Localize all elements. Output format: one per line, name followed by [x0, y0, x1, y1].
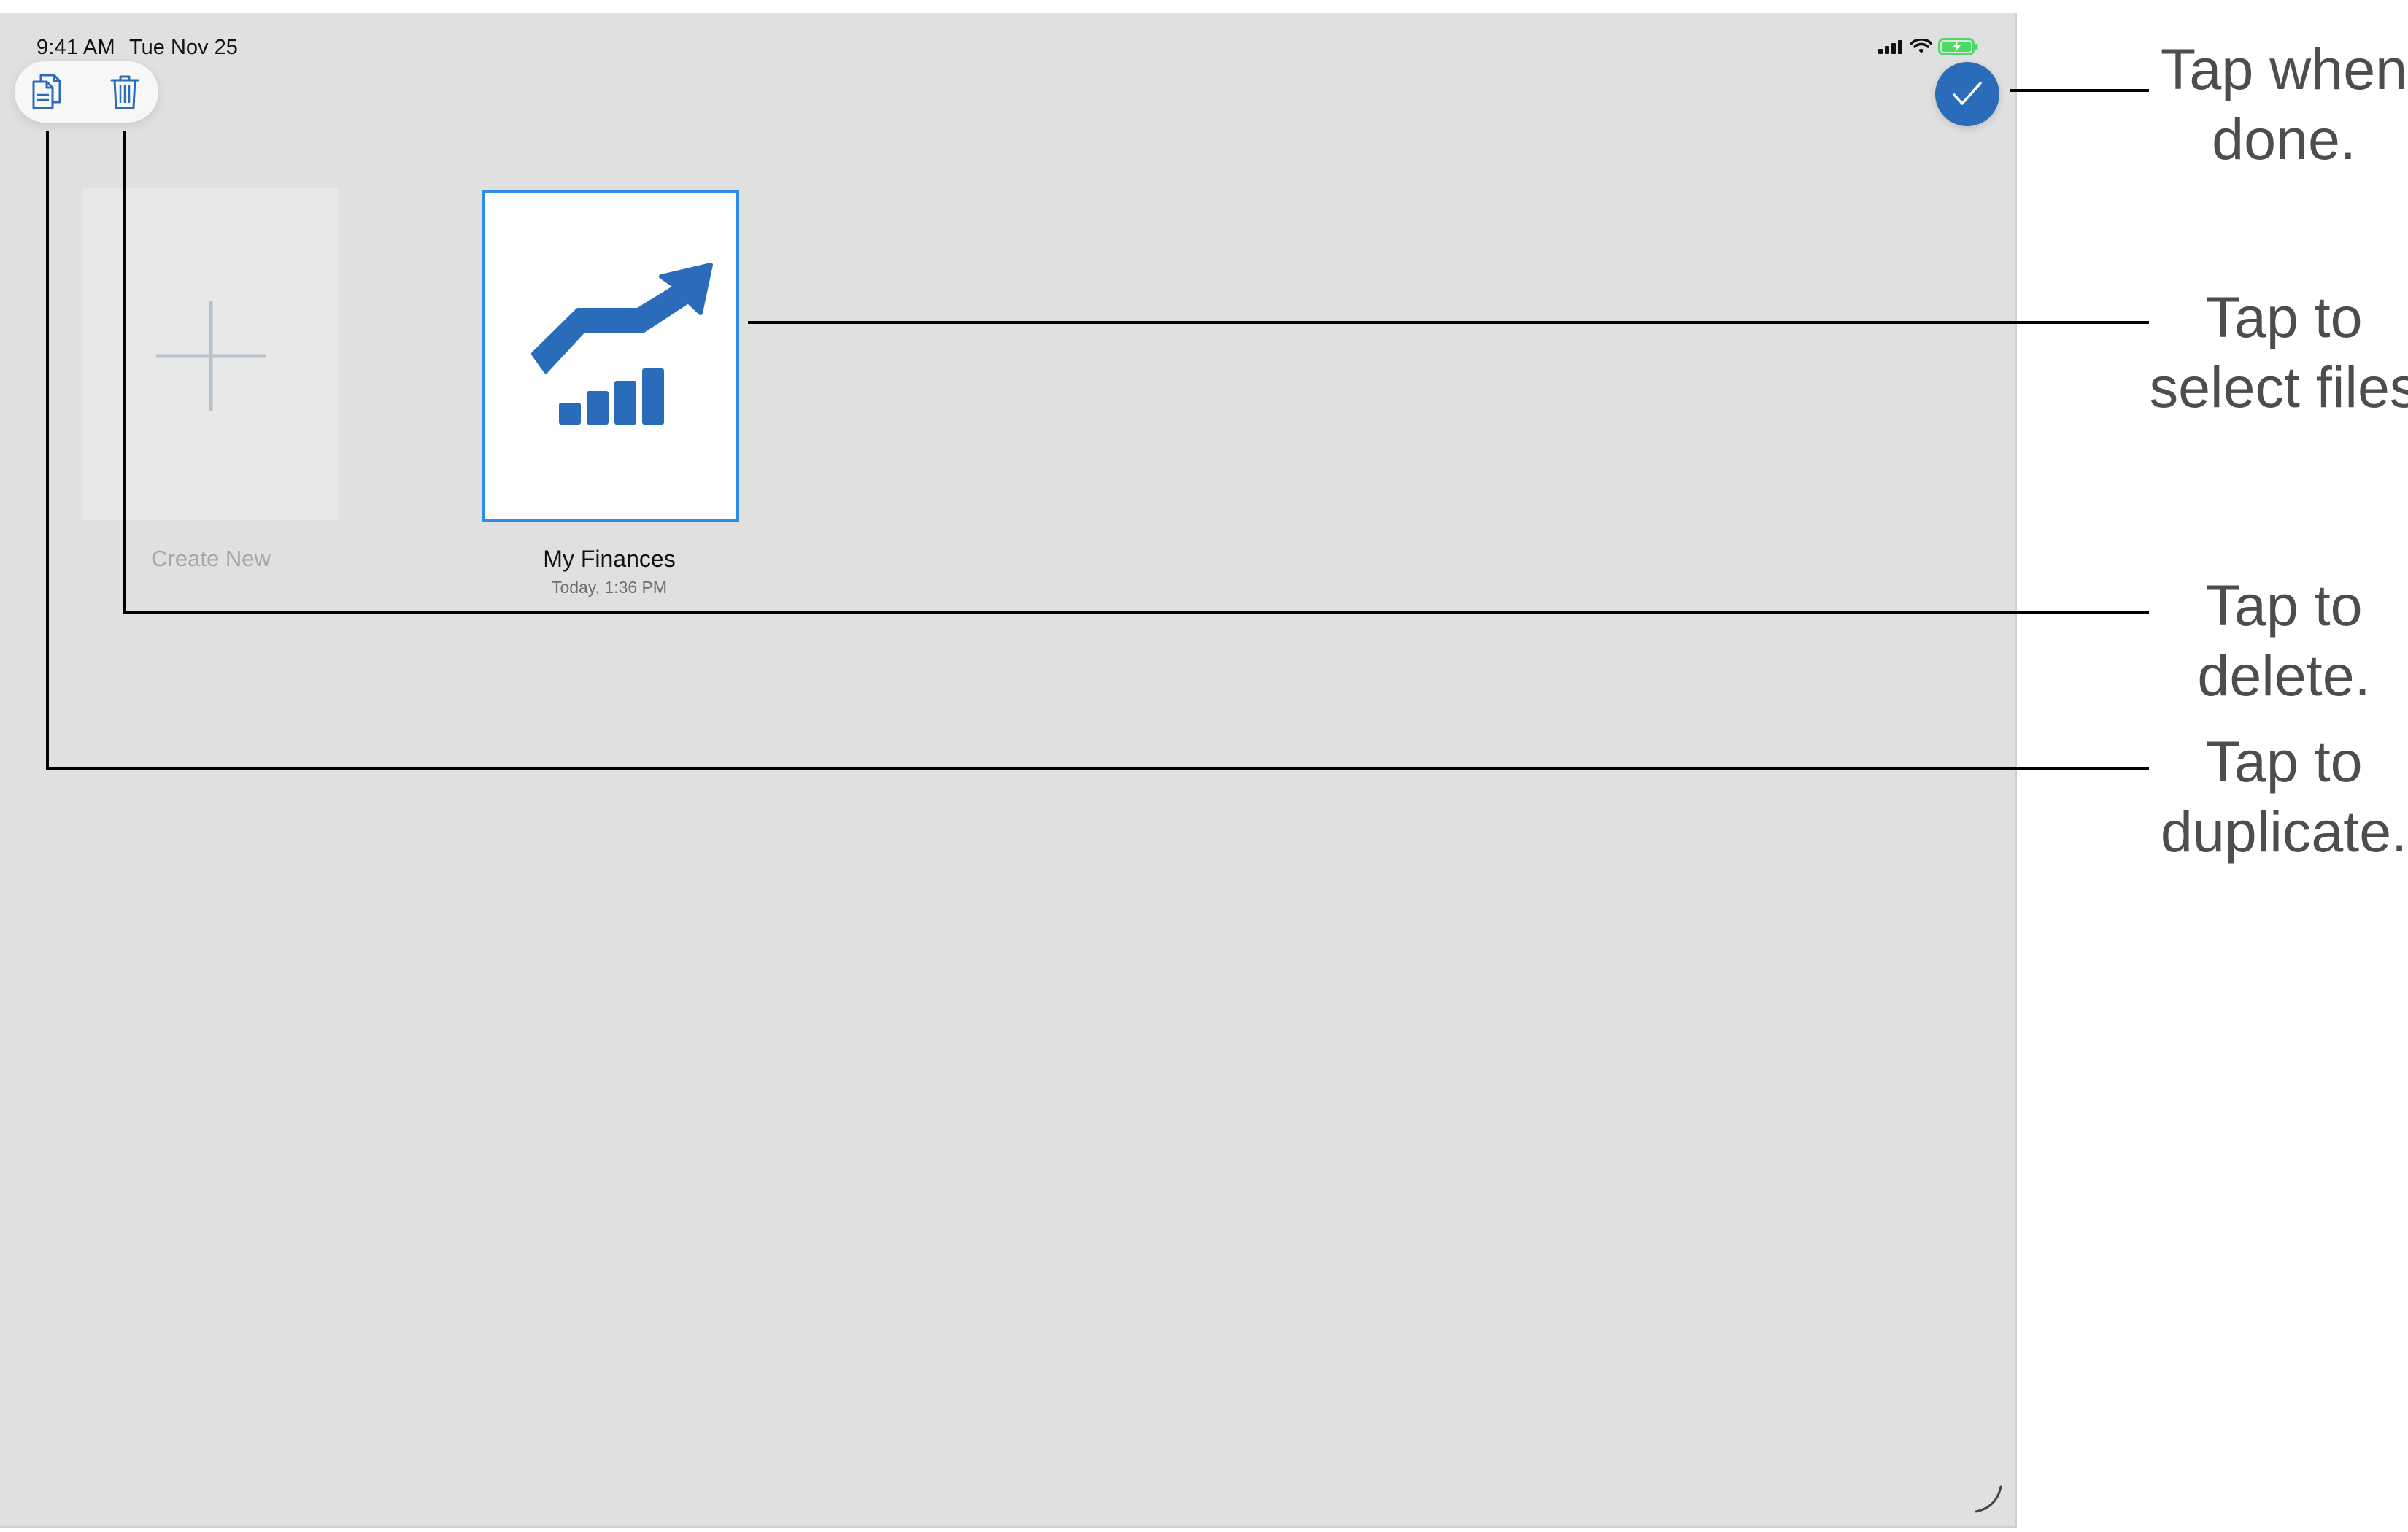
wifi-icon	[1910, 39, 1932, 53]
resize-grip-icon	[1975, 1485, 2002, 1513]
leader-line-duplicate	[46, 767, 2149, 770]
battery-icon	[1938, 38, 1978, 55]
duplicate-button[interactable]	[26, 71, 67, 112]
create-new-label: Create New	[151, 546, 271, 571]
file-date: Today, 1:36 PM	[551, 578, 668, 597]
callout-delete: Tap to delete.	[2197, 573, 2371, 708]
status-icons	[1878, 38, 1979, 55]
create-new-tile[interactable]	[83, 188, 339, 520]
leader-line-delete	[123, 611, 2149, 614]
status-date: Tue Nov 25	[129, 36, 238, 59]
done-button[interactable]	[1935, 62, 1999, 126]
status-time: 9:41 AM	[36, 36, 115, 59]
leader-line-delete-vertical	[123, 131, 126, 614]
edit-toolbar	[15, 61, 158, 123]
plus-icon	[156, 301, 266, 411]
callout-done: Tap when done.	[2160, 36, 2408, 171]
leader-line-done	[2010, 89, 2149, 92]
signal-icon	[1878, 40, 1902, 54]
file-name: My Finances	[543, 546, 676, 572]
callout-select: Tap to select files	[2149, 285, 2408, 419]
app-screen: 9:41 AM Tue Nov 25 Create New My Finance…	[0, 13, 2017, 1528]
leader-line-select	[748, 321, 2149, 324]
delete-button[interactable]	[104, 71, 145, 112]
trash-icon	[110, 75, 139, 109]
checkmark-icon	[1953, 82, 1982, 105]
finance-chart-icon	[531, 263, 713, 425]
leader-line-duplicate-vertical	[46, 131, 49, 770]
duplicate-icon	[32, 74, 61, 109]
file-tile-my-finances[interactable]	[482, 190, 739, 522]
callout-duplicate: Tap to duplicate.	[2160, 729, 2408, 864]
